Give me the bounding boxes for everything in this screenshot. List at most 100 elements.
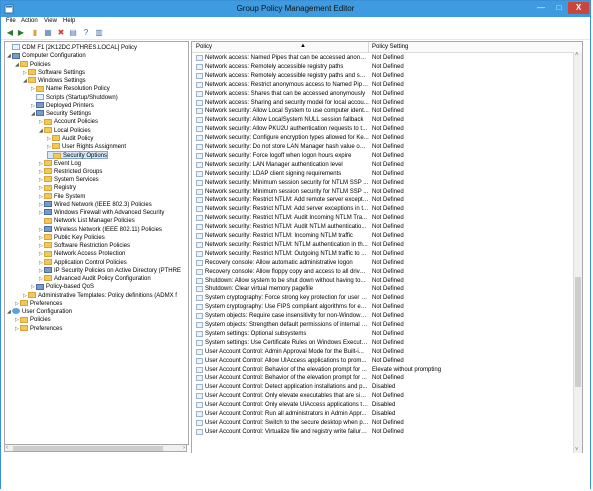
column-policy-setting[interactable]: Policy Setting [372, 44, 408, 50]
tree-node[interactable]: Security Options [47, 151, 109, 160]
tree-node[interactable]: ◢ User Configuration [7, 308, 72, 316]
table-row[interactable]: System objects: Require case insensitivi… [192, 312, 572, 320]
table-row[interactable]: User Account Control: Only elevate UIAcc… [192, 401, 572, 409]
column-policy[interactable]: Policy [196, 44, 212, 50]
table-row[interactable]: Network security: Restrict NTLM: Add ser… [192, 205, 572, 213]
table-row[interactable]: Network security: LAN Manager authentica… [192, 161, 572, 169]
tree-horizontal-scrollbar[interactable]: ‹ › [4, 444, 187, 452]
tree-node[interactable]: ▷ Software Settings [23, 69, 85, 77]
close-button[interactable]: X [568, 2, 589, 14]
tree-node[interactable]: Network List Manager Policies [39, 217, 135, 225]
tree-node[interactable]: ▷ Preferences [15, 324, 62, 333]
properties-icon[interactable]: ▥ [94, 28, 104, 38]
tree-node[interactable]: ◢ Windows Settings [23, 77, 86, 85]
table-row[interactable]: System objects: Strengthen default permi… [192, 321, 572, 329]
table-row[interactable]: System cryptography: Force strong key pr… [192, 294, 572, 302]
tree-node[interactable]: ▷ File System [39, 192, 85, 201]
table-row[interactable]: User Account Control: Allow UIAccess app… [192, 357, 572, 365]
tree-node[interactable]: ▷ Deployed Printers [31, 102, 94, 110]
tree-node[interactable]: ▷ Public Key Policies [39, 234, 105, 242]
maximize-button[interactable]: □ [550, 2, 568, 14]
table-row[interactable]: Network security: Restrict NTLM: Audit N… [192, 223, 572, 231]
column-separator[interactable] [368, 42, 369, 52]
table-row[interactable]: Network security: Restrict NTLM: Outgoin… [192, 250, 572, 258]
show-hide-tree-icon[interactable]: ▦ [43, 28, 53, 38]
table-row[interactable]: Shutdown: Clear virtual memory pagefile N… [192, 285, 572, 293]
menu-file[interactable]: File [6, 18, 16, 24]
table-row[interactable]: User Account Control: Behavior of the el… [192, 366, 572, 374]
tree-node[interactable]: ▷ Advanced Audit Policy Configuration [39, 275, 151, 283]
tree-node[interactable]: ▷ Software Restriction Policies [39, 242, 130, 250]
table-row[interactable]: User Account Control: Only elevate execu… [192, 392, 572, 400]
table-row[interactable]: Network security: Minimum session securi… [192, 179, 572, 187]
menu-action[interactable]: Action [21, 18, 38, 24]
tree-node[interactable]: ◢ Security Settings [31, 110, 91, 118]
tree-node[interactable]: ▷ Policy-based QoS [31, 283, 94, 291]
table-row[interactable]: Network security: Restrict NTLM: Add rem… [192, 196, 572, 204]
table-row[interactable]: User Account Control: Switch to the secu… [192, 419, 572, 427]
scroll-left-icon[interactable]: ‹ [6, 445, 8, 451]
forward-arrow-icon[interactable]: ▶ [16, 28, 26, 38]
table-row[interactable]: Network security: Minimum session securi… [192, 188, 572, 196]
table-row[interactable]: Network security: Restrict NTLM: Audit I… [192, 214, 572, 222]
tree-node[interactable]: ▷ Administrative Templates: Policy defini… [23, 291, 177, 300]
table-row[interactable]: Network security: Allow LocalSystem NULL… [192, 116, 572, 124]
back-arrow-icon[interactable]: ◀ [5, 28, 15, 38]
tree-node[interactable]: ▷ Policies [15, 316, 51, 324]
scroll-thumb[interactable] [575, 277, 581, 387]
tree-node[interactable]: ▷ Restricted Groups [39, 168, 102, 176]
tree-node[interactable]: ▷ Wireless Network (IEEE 802.11) Policies [39, 225, 162, 234]
table-row[interactable]: Network security: Restrict NTLM: Incomin… [192, 232, 572, 240]
tree-node[interactable]: ◢ Local Policies [39, 126, 91, 135]
table-row[interactable]: System cryptography: Use FIPS compliant … [192, 303, 572, 311]
table-row[interactable]: User Account Control: Behavior of the el… [192, 374, 572, 382]
tree-node[interactable]: ▷ Registry [39, 184, 76, 192]
table-row[interactable]: System settings: Optional subsystems Not … [192, 330, 572, 338]
tree-node[interactable]: ▷ System Services [39, 176, 99, 184]
tree-node[interactable]: ◢ Computer Configuration [7, 52, 86, 60]
up-folder-icon[interactable]: ▮ [30, 28, 40, 38]
tree-node[interactable]: Scripts (Startup/Shutdown) [31, 93, 118, 102]
table-row[interactable]: Network security: Force logoff when logo… [192, 152, 572, 160]
table-row[interactable]: User Account Control: Virtualize file an… [192, 428, 572, 436]
table-row[interactable]: Network security: Do not store LAN Manag… [192, 143, 572, 151]
scroll-up-icon[interactable]: ˄ [575, 52, 579, 58]
export-list-icon[interactable]: ▤ [68, 28, 78, 38]
table-row[interactable]: Shutdown: Allow system to be shut down w… [192, 277, 572, 285]
table-row[interactable]: Network access: Remotely accessible regi… [192, 72, 572, 80]
table-row[interactable]: User Account Control: Detect application… [192, 383, 572, 391]
tree-node[interactable]: ▷ User Rights Assignment [47, 143, 126, 151]
tree-node[interactable]: ▷ Application Control Policies [39, 258, 127, 267]
table-row[interactable]: Recovery console: Allow floppy copy and … [192, 268, 572, 276]
tree-node[interactable]: CDM F1 [2K12DC.PTHRES.LOCAL] Policy [7, 44, 137, 52]
table-row[interactable]: User Account Control: Run all administra… [192, 410, 572, 418]
tree-node[interactable]: ▷ Windows Firewall with Advanced Security [39, 209, 164, 217]
table-row[interactable]: System settings: Use Certificate Rules o… [192, 339, 572, 347]
tree-node[interactable]: ▷ Event Log [39, 159, 81, 168]
table-row[interactable]: Network security: Allow Local System to … [192, 107, 572, 115]
tree-node[interactable]: ◢ Policies [15, 60, 51, 69]
tree-node[interactable]: ▷ Wired Network (IEEE 802.3) Policies [39, 201, 152, 209]
table-row[interactable]: Network access: Sharing and security mod… [192, 99, 572, 107]
table-row[interactable]: Network security: Restrict NTLM: NTLM au… [192, 241, 572, 249]
table-row[interactable]: Network security: LDAP client signing re… [192, 170, 572, 178]
tree-node[interactable]: ▷ Audit Policy [47, 135, 93, 143]
tree-node[interactable]: ▷ Name Resolution Policy [31, 85, 110, 93]
table-row[interactable]: Recovery console: Allow automatic admini… [192, 259, 572, 267]
tree-node[interactable]: ▷ Network Access Protection [39, 250, 125, 258]
scroll-thumb[interactable] [13, 446, 163, 451]
delete-icon[interactable]: ✖ [56, 28, 66, 38]
vertical-scrollbar[interactable]: ˄ ˅ [573, 52, 582, 453]
table-row[interactable]: Network security: Allow PKU2U authentica… [192, 125, 572, 133]
scroll-right-icon[interactable]: › [183, 445, 185, 451]
tree-node[interactable]: ▷ Account Policies [39, 118, 98, 126]
table-row[interactable]: Network access: Restrict anonymous acces… [192, 81, 572, 89]
table-row[interactable]: User Account Control: Admin Approval Mod… [192, 348, 572, 356]
tree-node[interactable]: ▷ IP Security Policies on Active Director… [39, 267, 181, 275]
minimize-button[interactable]: — [532, 2, 550, 14]
table-row[interactable]: Network access: Named Pipes that can be … [192, 54, 572, 62]
menu-help[interactable]: Help [63, 18, 75, 24]
table-row[interactable]: Network security: Configure encryption t… [192, 134, 572, 142]
table-row[interactable]: Network access: Remotely accessible regi… [192, 63, 572, 71]
menu-view[interactable]: View [44, 18, 57, 24]
